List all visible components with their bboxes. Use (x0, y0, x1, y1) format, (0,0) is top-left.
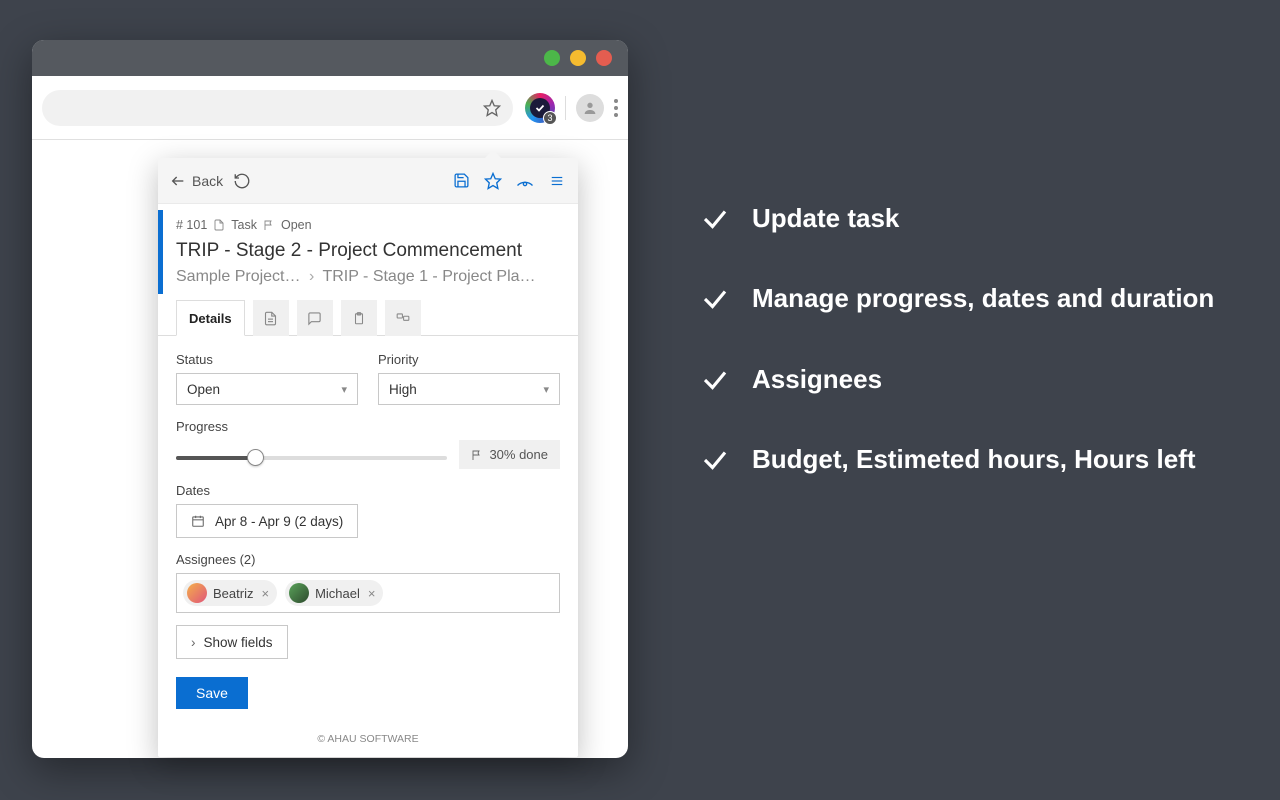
progress-badge: 30% done (459, 440, 560, 469)
breadcrumb-project[interactable]: Sample Project… (176, 268, 301, 285)
task-meta: # 101 Task Open (176, 218, 560, 232)
divider (565, 96, 566, 120)
tab-documents[interactable] (253, 300, 289, 336)
feature-text: Budget, Estimeted hours, Hours left (752, 441, 1196, 477)
extension-popup: Back # 101 Task Open TRIP - Stage 2 - Pr… (158, 158, 578, 757)
popup-footer: © AHAU SOFTWARE (158, 723, 578, 757)
popup-header: Back (158, 158, 578, 204)
show-fields-button[interactable]: › Show fields (176, 625, 288, 659)
priority-label: Priority (378, 352, 560, 367)
accent-bar (158, 210, 163, 294)
tab-details[interactable]: Details (176, 300, 245, 336)
chevron-down-icon: ▾ (341, 383, 347, 396)
assignees-input[interactable]: Beatriz × Michael × (176, 573, 560, 613)
back-button[interactable]: Back (170, 173, 223, 189)
feature-text: Assignees (752, 361, 882, 397)
feature-text: Manage progress, dates and duration (752, 280, 1214, 316)
assignee-chip[interactable]: Beatriz × (183, 580, 277, 606)
progress-slider[interactable] (176, 448, 447, 468)
checkmark-icon (700, 284, 730, 314)
tab-folders[interactable] (385, 300, 421, 336)
feature-item: Budget, Estimeted hours, Hours left (700, 441, 1220, 477)
task-title: TRIP - Stage 2 - Project Commencement (176, 240, 560, 262)
remove-icon[interactable]: × (368, 586, 376, 601)
chevron-right-icon: › (191, 635, 196, 650)
back-label: Back (192, 173, 223, 189)
flag-icon (471, 449, 483, 461)
assignee-chip[interactable]: Michael × (285, 580, 383, 606)
assignee-name: Beatriz (213, 586, 253, 601)
browser-menu-icon[interactable] (614, 99, 618, 117)
calendar-icon (191, 514, 205, 528)
form-area: Status Open ▾ Priority High ▾ Progress (158, 336, 578, 723)
extension-badge: 3 (543, 111, 557, 125)
progress-text: 30% done (489, 447, 548, 462)
feature-text: Update task (752, 200, 899, 236)
task-status-chip: Open (281, 218, 312, 232)
priority-value: High (389, 382, 417, 397)
feature-item: Manage progress, dates and duration (700, 280, 1220, 316)
avatar (187, 583, 207, 603)
extension-icon[interactable]: 3 (525, 93, 555, 123)
status-select[interactable]: Open ▾ (176, 373, 358, 405)
dates-value: Apr 8 - Apr 9 (2 days) (215, 514, 343, 529)
traffic-light-red[interactable] (596, 50, 612, 66)
watch-icon[interactable] (516, 172, 534, 190)
tab-comments[interactable] (297, 300, 333, 336)
breadcrumb[interactable]: Sample Project… › TRIP - Stage 1 - Proje… (176, 268, 560, 286)
menu-icon[interactable] (548, 172, 566, 190)
checkmark-icon (700, 445, 730, 475)
feature-list: Update task Manage progress, dates and d… (700, 200, 1220, 522)
checkmark-icon (700, 365, 730, 395)
feature-item: Update task (700, 200, 1220, 236)
star-outline-icon[interactable] (484, 172, 502, 190)
feature-item: Assignees (700, 361, 1220, 397)
star-icon[interactable] (483, 99, 501, 117)
window-controls (544, 50, 612, 66)
popup-pointer (484, 150, 502, 159)
save-disk-icon[interactable] (452, 172, 470, 190)
show-fields-label: Show fields (204, 635, 273, 650)
flag-icon (263, 219, 275, 231)
profile-icon[interactable] (576, 94, 604, 122)
chevron-down-icon: ▾ (543, 383, 549, 396)
task-header: # 101 Task Open TRIP - Stage 2 - Project… (158, 204, 578, 300)
task-type: Task (231, 218, 257, 232)
arrow-left-icon (170, 173, 186, 189)
chevron-right-icon: › (309, 268, 314, 285)
task-id: # 101 (176, 218, 207, 232)
dates-label: Dates (176, 483, 560, 498)
priority-select[interactable]: High ▾ (378, 373, 560, 405)
tab-clipboard[interactable] (341, 300, 377, 336)
address-bar[interactable] (42, 90, 513, 126)
browser-tab-bar (32, 40, 628, 76)
status-value: Open (187, 382, 220, 397)
breadcrumb-parent[interactable]: TRIP - Stage 1 - Project Pla… (322, 268, 535, 285)
dates-button[interactable]: Apr 8 - Apr 9 (2 days) (176, 504, 358, 538)
document-icon (213, 219, 225, 231)
refresh-icon[interactable] (233, 172, 251, 190)
progress-label: Progress (176, 419, 560, 434)
assignees-label: Assignees (2) (176, 552, 560, 567)
save-button[interactable]: Save (176, 677, 248, 709)
checkmark-icon (700, 204, 730, 234)
status-label: Status (176, 352, 358, 367)
avatar (289, 583, 309, 603)
traffic-light-yellow[interactable] (570, 50, 586, 66)
remove-icon[interactable]: × (261, 586, 269, 601)
traffic-light-green[interactable] (544, 50, 560, 66)
address-bar-row: 3 (32, 76, 628, 140)
assignee-name: Michael (315, 586, 360, 601)
tab-strip: Details (158, 300, 578, 336)
